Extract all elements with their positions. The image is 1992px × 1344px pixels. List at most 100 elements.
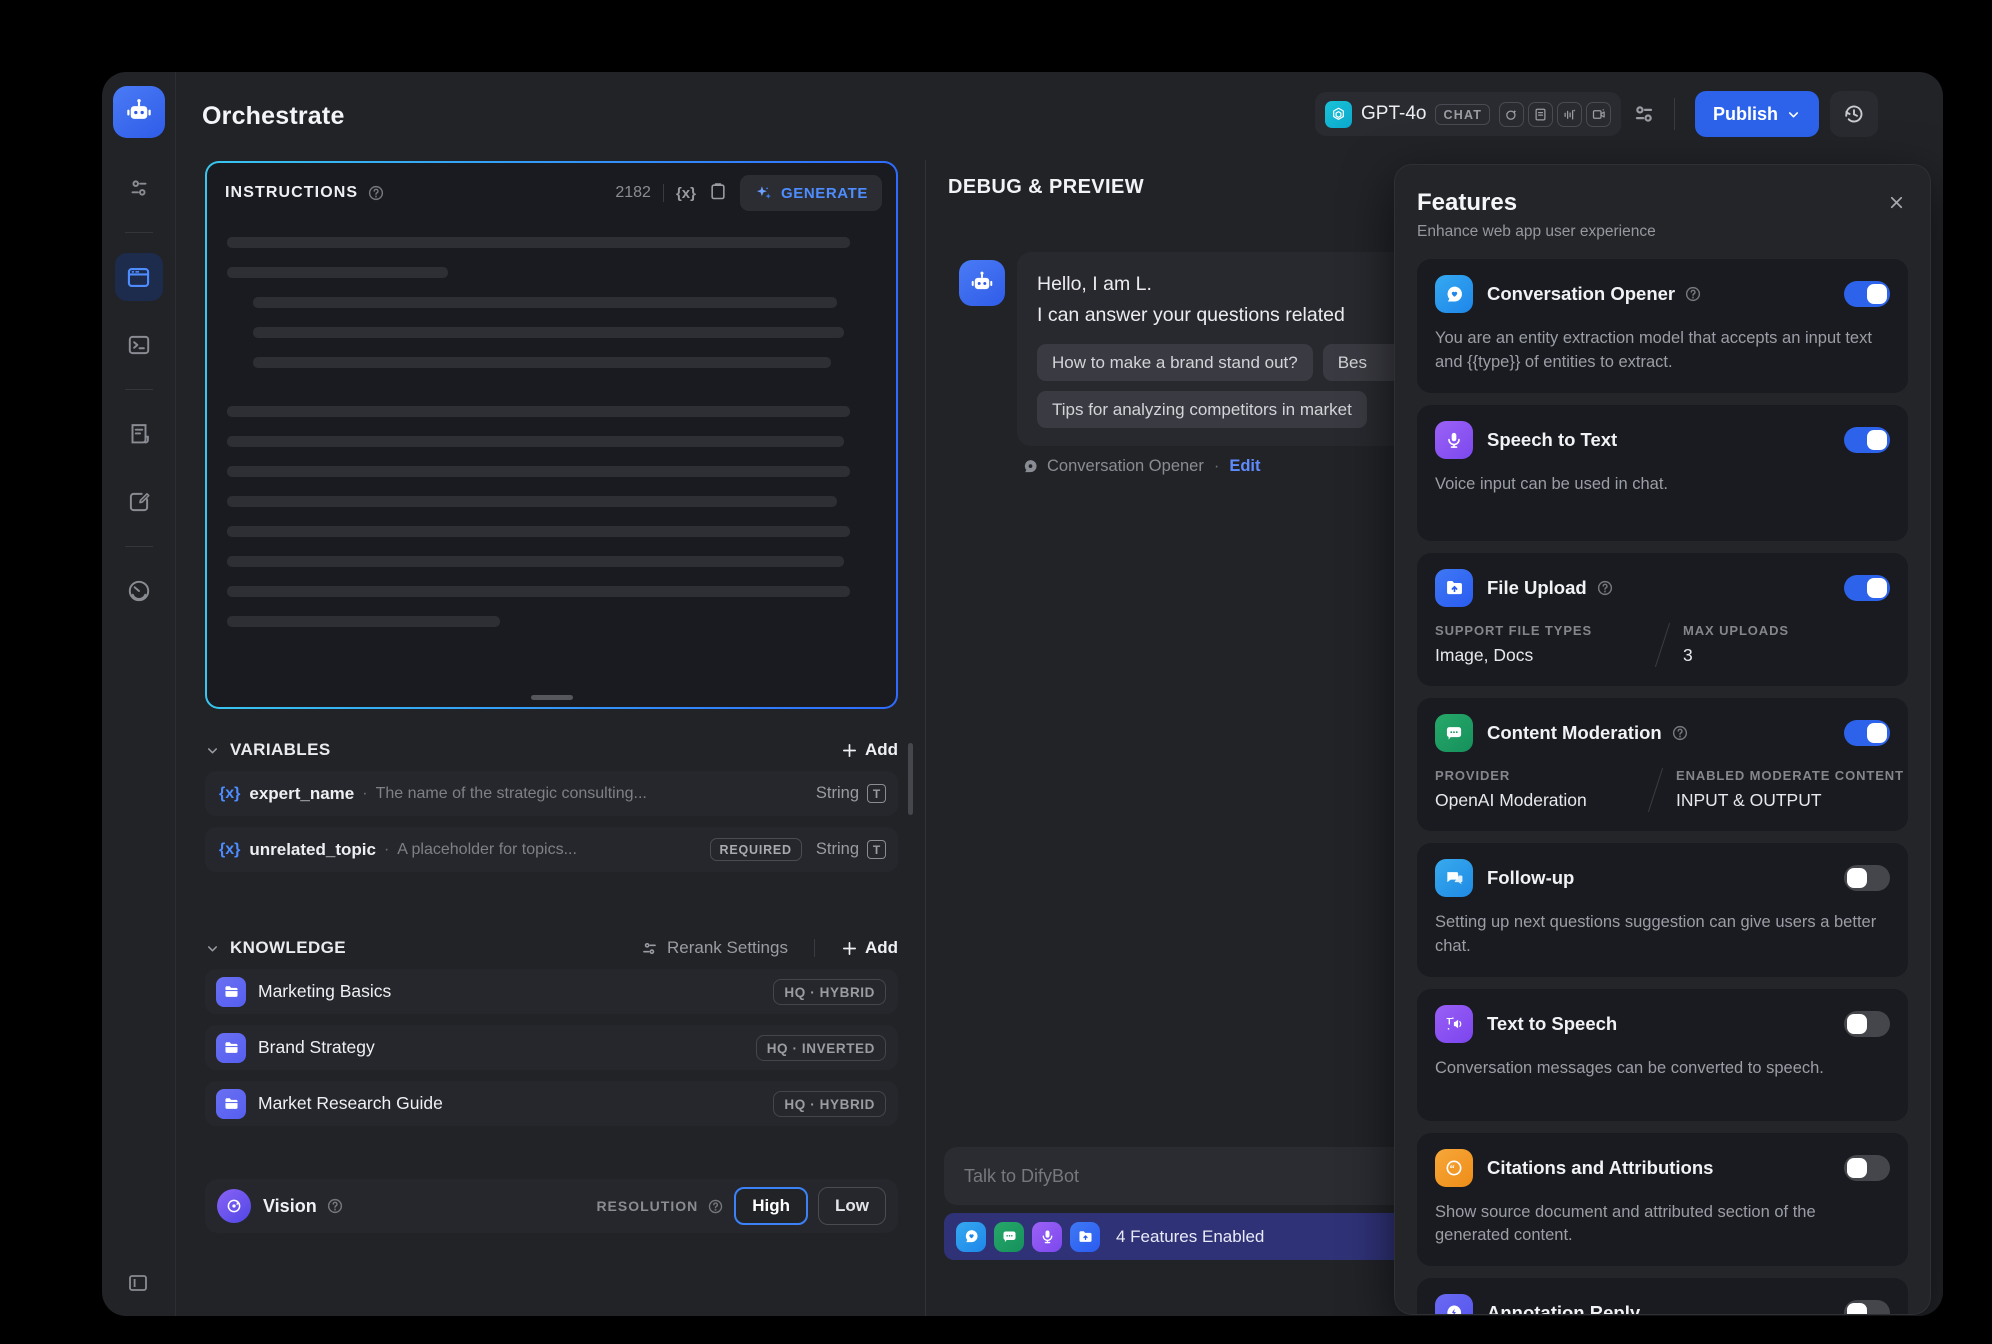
resize-handle[interactable] xyxy=(531,695,573,700)
knowledge-folder-icon xyxy=(216,1033,246,1063)
feature-toggle[interactable] xyxy=(1844,1155,1890,1181)
help-icon[interactable] xyxy=(326,1197,344,1215)
variable-brace-icon: {x} xyxy=(219,785,240,803)
meta-value: 3 xyxy=(1683,645,1890,666)
chevron-down-icon[interactable] xyxy=(205,941,220,956)
rerank-sliders-icon xyxy=(640,939,659,958)
feature-card-file-upload: File Upload SUPPORT FILE TYPES Image, Do… xyxy=(1417,553,1908,686)
feature-toggle[interactable] xyxy=(1844,865,1890,891)
vision-card: Vision RESOLUTION High Low xyxy=(205,1179,898,1233)
help-icon[interactable] xyxy=(367,184,385,202)
logs-icon[interactable] xyxy=(115,410,163,458)
meta-label: ENABLED MODERATE CONTENT xyxy=(1676,768,1890,783)
knowledge-row[interactable]: Market Research Guide HQ · HYBRID xyxy=(205,1081,898,1126)
variables-section: VARIABLES Add {x} expert_name The name o… xyxy=(205,740,898,872)
help-icon[interactable] xyxy=(1684,285,1702,303)
plus-icon xyxy=(841,742,858,759)
document-icon xyxy=(1528,102,1553,127)
features-enabled-label: 4 Features Enabled xyxy=(1116,1227,1264,1247)
text-to-speech-icon: T xyxy=(1435,1005,1473,1043)
publish-label: Publish xyxy=(1713,104,1778,125)
string-type-icon[interactable]: T xyxy=(867,784,886,803)
params-icon[interactable] xyxy=(115,164,163,212)
feature-toggle[interactable] xyxy=(1844,1011,1890,1037)
plus-icon xyxy=(841,940,858,957)
feature-title: Citations and Attributions xyxy=(1487,1157,1713,1179)
terminal-icon[interactable] xyxy=(115,321,163,369)
model-name: GPT-4o xyxy=(1361,103,1426,125)
feature-title: Content Moderation xyxy=(1487,722,1662,744)
knowledge-row[interactable]: Marketing Basics HQ · HYBRID xyxy=(205,969,898,1014)
features-subtitle: Enhance web app user experience xyxy=(1417,223,1908,241)
collapse-panel-icon[interactable] xyxy=(126,1271,150,1300)
header-divider xyxy=(1674,98,1675,130)
help-icon[interactable] xyxy=(1671,724,1689,742)
knowledge-badge: HQ · HYBRID xyxy=(773,979,886,1005)
feature-title: Speech to Text xyxy=(1487,429,1617,451)
variable-row[interactable]: {x} unrelated_topic A placeholder for to… xyxy=(205,827,898,872)
svg-text:“: “ xyxy=(1450,1163,1455,1174)
variable-name: expert_name xyxy=(249,784,354,804)
rerank-settings-button[interactable]: Rerank Settings xyxy=(640,938,788,958)
divider xyxy=(814,939,815,957)
chevron-down-icon[interactable] xyxy=(205,743,220,758)
instructions-panel[interactable]: INSTRUCTIONS 2182 {x} GENERATE xyxy=(205,161,898,709)
features-panel: Features Enhance web app user experience… xyxy=(1394,164,1931,1315)
monitoring-gauge-icon[interactable] xyxy=(115,567,163,615)
knowledge-name: Brand Strategy xyxy=(258,1037,375,1058)
feature-desc: Show source document and attributed sect… xyxy=(1435,1201,1890,1249)
feature-desc: Voice input can be used in chat. xyxy=(1435,473,1890,497)
copy-clipboard-icon[interactable] xyxy=(708,181,728,206)
history-clock-icon xyxy=(1842,102,1866,126)
sparkles-icon xyxy=(754,184,773,203)
page-title: Orchestrate xyxy=(202,102,345,131)
model-selector[interactable]: GPT-4o CHAT xyxy=(1315,92,1621,136)
publish-button[interactable]: Publish xyxy=(1695,91,1819,137)
suggested-question-chip[interactable]: Tips for analyzing competitors in market xyxy=(1037,391,1367,428)
meta-label: SUPPORT FILE TYPES xyxy=(1435,623,1642,638)
scrollbar-thumb[interactable] xyxy=(908,743,913,815)
feature-card-citations: “ Citations and Attributions Show source… xyxy=(1417,1133,1908,1267)
feature-toggle[interactable] xyxy=(1844,427,1890,453)
feature-toggle[interactable] xyxy=(1844,720,1890,746)
knowledge-row[interactable]: Brand Strategy HQ · INVERTED xyxy=(205,1025,898,1070)
help-icon[interactable] xyxy=(707,1198,724,1215)
vision-sparkle-icon xyxy=(1499,102,1524,127)
citation-quote-icon: “ xyxy=(1435,1149,1473,1187)
meta-label: MAX UPLOADS xyxy=(1683,623,1890,638)
orchestrate-tab-icon[interactable] xyxy=(115,253,163,301)
variable-brace-icon[interactable]: {x} xyxy=(676,185,696,202)
add-variable-button[interactable]: Add xyxy=(841,740,898,760)
feature-toggle[interactable] xyxy=(1844,281,1890,307)
edit-opener-link[interactable]: Edit xyxy=(1229,457,1260,476)
feature-desc: You are an entity extraction model that … xyxy=(1435,327,1890,375)
string-type-icon[interactable]: T xyxy=(867,840,886,859)
app-logo-robot-icon[interactable] xyxy=(113,86,165,138)
feature-title: Text to Speech xyxy=(1487,1013,1617,1035)
resolution-high-button[interactable]: High xyxy=(734,1187,808,1225)
knowledge-folder-icon xyxy=(216,977,246,1007)
required-badge: REQUIRED xyxy=(710,838,802,861)
close-icon[interactable] xyxy=(1887,193,1906,217)
meta-value: Image, Docs xyxy=(1435,645,1642,666)
version-history-button[interactable] xyxy=(1830,91,1878,137)
variable-row[interactable]: {x} expert_name The name of the strategi… xyxy=(205,771,898,816)
variable-name: unrelated_topic xyxy=(249,840,376,860)
feature-toggle[interactable] xyxy=(1844,1300,1890,1315)
add-knowledge-button[interactable]: Add xyxy=(841,938,898,958)
separator-dot xyxy=(362,785,367,803)
chevron-down-icon xyxy=(1786,107,1801,122)
help-icon[interactable] xyxy=(1596,579,1614,597)
feature-toggle[interactable] xyxy=(1844,575,1890,601)
model-params-icon[interactable] xyxy=(1630,100,1658,133)
openai-logo-icon xyxy=(1325,101,1352,128)
slash-divider xyxy=(1648,768,1663,812)
model-capability-icons xyxy=(1499,102,1611,127)
suggested-question-chip[interactable]: How to make a brand stand out? xyxy=(1037,344,1313,381)
app-window: Orchestrate GPT-4o CHAT Publish INSTRUCT… xyxy=(102,72,1943,1316)
generate-button[interactable]: GENERATE xyxy=(740,175,882,211)
audio-waveform-icon xyxy=(1557,102,1582,127)
vision-title: Vision xyxy=(263,1196,317,1217)
annotation-edit-icon[interactable] xyxy=(115,478,163,526)
resolution-low-button[interactable]: Low xyxy=(818,1187,886,1225)
